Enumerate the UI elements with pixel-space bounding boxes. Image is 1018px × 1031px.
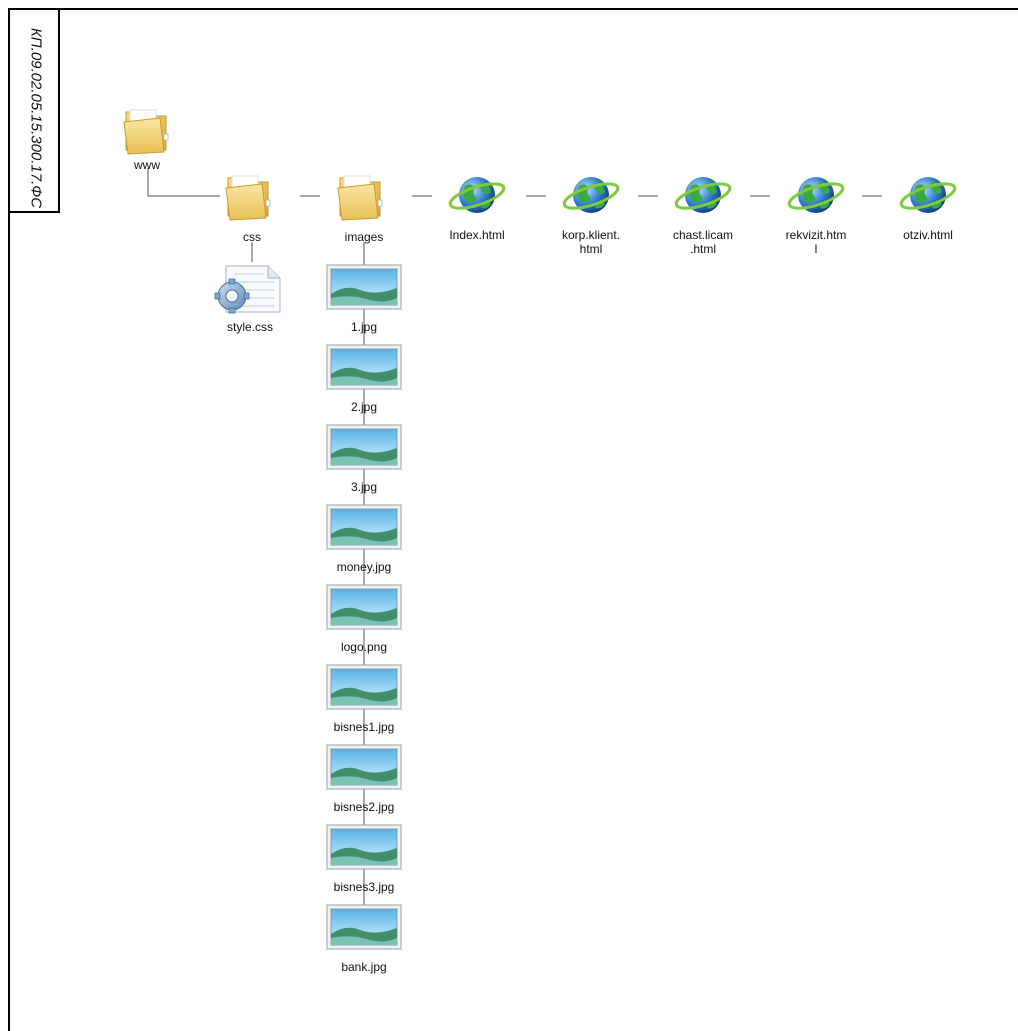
folder-css[interactable] bbox=[222, 172, 280, 227]
file-style-css[interactable] bbox=[208, 262, 284, 319]
folder-images-label: images bbox=[344, 230, 384, 244]
file-image-label-7: bisnes3.jpg bbox=[333, 880, 395, 894]
file-image-6[interactable] bbox=[326, 744, 402, 795]
file-image-7[interactable] bbox=[326, 824, 402, 875]
browser-globe-icon bbox=[448, 177, 506, 213]
file-html-4[interactable] bbox=[898, 172, 958, 223]
file-image-8[interactable] bbox=[326, 904, 402, 955]
file-image-label-0: 1.jpg bbox=[350, 320, 378, 334]
folder-icon bbox=[225, 175, 271, 221]
browser-globe-icon bbox=[674, 177, 732, 213]
browser-globe-icon bbox=[562, 177, 620, 213]
file-html-2[interactable] bbox=[673, 172, 733, 223]
browser-globe-icon bbox=[787, 177, 845, 213]
stylesheet-file-icon bbox=[214, 265, 281, 314]
file-image-label-8: bank.jpg bbox=[341, 960, 387, 974]
image-file-icon bbox=[326, 664, 402, 710]
connector-www-css bbox=[147, 168, 220, 197]
file-html-0[interactable] bbox=[447, 172, 507, 223]
file-html-3[interactable] bbox=[786, 172, 846, 223]
file-image-label-3: money.jpg bbox=[336, 560, 392, 574]
folder-www[interactable] bbox=[120, 106, 178, 161]
browser-globe-icon bbox=[899, 177, 957, 213]
file-image-label-1: 2.jpg bbox=[350, 400, 378, 414]
file-image-label-5: bisnes1.jpg bbox=[333, 720, 395, 734]
file-image-3[interactable] bbox=[326, 504, 402, 555]
file-image-0[interactable] bbox=[326, 264, 402, 315]
folder-icon bbox=[337, 175, 383, 221]
image-file-icon bbox=[326, 824, 402, 870]
file-html-label-1: korp.klient. html bbox=[561, 228, 621, 256]
image-file-icon bbox=[326, 584, 402, 630]
file-image-1[interactable] bbox=[326, 344, 402, 395]
image-file-icon bbox=[326, 264, 402, 310]
file-image-2[interactable] bbox=[326, 424, 402, 475]
file-html-label-0: Index.html bbox=[449, 228, 505, 242]
image-file-icon bbox=[326, 424, 402, 470]
file-image-label-6: bisnes2.jpg bbox=[333, 800, 395, 814]
file-html-label-2: chast.licam .html bbox=[672, 228, 734, 256]
image-file-icon bbox=[326, 504, 402, 550]
folder-css-label: css bbox=[243, 230, 261, 244]
image-file-icon bbox=[326, 904, 402, 950]
folder-images[interactable] bbox=[334, 172, 392, 227]
file-style-css-label: style.css bbox=[226, 320, 273, 334]
file-image-5[interactable] bbox=[326, 664, 402, 715]
file-html-label-4: otziv.html bbox=[903, 228, 953, 242]
folder-www-label: www bbox=[134, 158, 160, 172]
file-html-1[interactable] bbox=[561, 172, 621, 223]
image-file-icon bbox=[326, 744, 402, 790]
file-image-label-4: logo.png bbox=[340, 640, 388, 654]
file-html-label-3: rekvizit.htm l bbox=[785, 228, 847, 256]
file-image-label-2: 3.jpg bbox=[350, 480, 378, 494]
image-file-icon bbox=[326, 344, 402, 390]
file-image-4[interactable] bbox=[326, 584, 402, 635]
folder-icon bbox=[123, 109, 169, 155]
